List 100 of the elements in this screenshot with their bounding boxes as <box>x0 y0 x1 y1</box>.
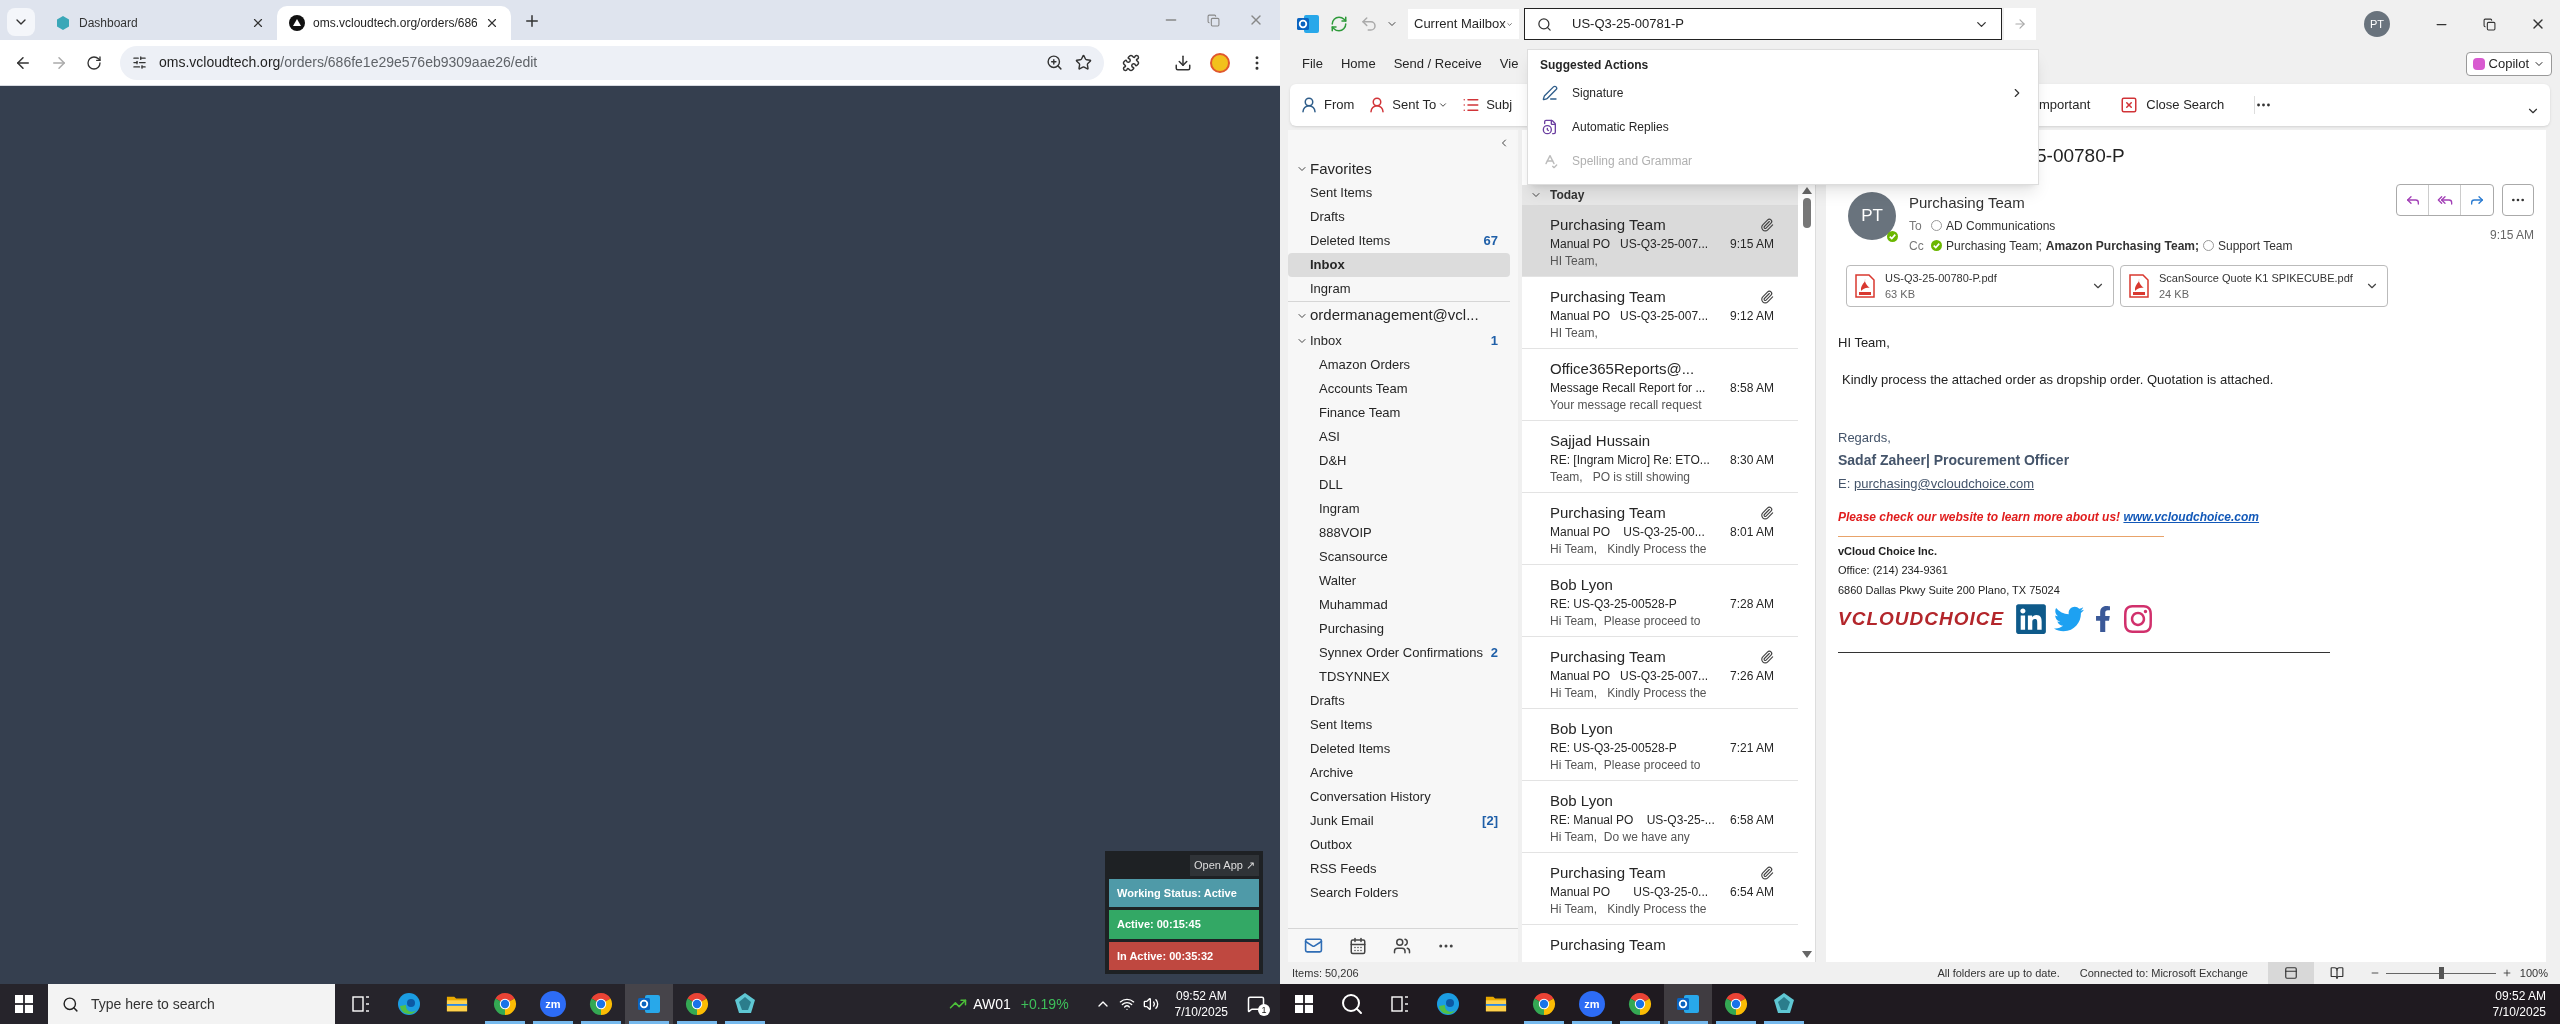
message-subject: Message Recall Report for ... <box>1550 379 1706 397</box>
message-subject: RE: [Ingram Micro] Re: ETO... <box>1550 451 1710 469</box>
folder-item[interactable]: Sent Items <box>1288 713 1510 737</box>
message-subject: Manual PO US-Q3-25-007... <box>1550 235 1709 253</box>
browser-tab[interactable]: oms.vcloudtech.org/orders/686 <box>277 6 511 40</box>
recipient-name[interactable]: AD Communications <box>1946 216 2056 235</box>
recipient-name[interactable]: Amazon Purchasing Team; <box>2045 236 2199 255</box>
menu-tab[interactable]: File <box>1302 54 1323 74</box>
website-link[interactable]: www.vcloudchoice.com <box>2123 509 2260 524</box>
folder-name: Drafts <box>1310 692 1346 711</box>
folder-item[interactable]: Finance Team <box>1288 401 1510 425</box>
folder-item[interactable]: Purchasing <box>1288 617 1510 641</box>
folder-item[interactable]: TDSYNNEX <box>1288 665 1510 689</box>
sender-name: Purchasing Team <box>1550 286 1666 307</box>
attachment-name: ScanSource Quote K1 SPIKECUBE.pdf <box>2159 270 2354 286</box>
folder-item[interactable]: Drafts <box>1288 689 1510 713</box>
folder-item[interactable]: Deleted Items <box>1288 737 1510 761</box>
folder-item[interactable]: Deleted Items 67 <box>1288 229 1510 253</box>
folder-item[interactable]: Amazon Orders <box>1288 353 1510 377</box>
zoom-taskbar-button[interactable]: zm <box>529 984 577 1024</box>
search-input[interactable]: US-Q3-25-00781-P <box>1572 14 1954 34</box>
clock[interactable]: 09:52 AM 7/10/2025 <box>2492 988 2546 1020</box>
folder-item[interactable]: Outbox <box>1288 833 1510 857</box>
working-status-bar: Working Status: Active <box>1109 878 1259 907</box>
sender-name: Sajjad Hussain <box>1550 430 1651 451</box>
browser-tab[interactable]: Dashboard <box>43 6 277 40</box>
menu-item[interactable]: Signature <box>1528 76 2038 110</box>
folder-item[interactable]: Ingram <box>1288 277 1510 301</box>
clock[interactable]: 09:52 AM 7/10/2025 <box>1174 988 1228 1020</box>
message-subject: Manual PO US-Q3-25-00... <box>1550 523 1705 541</box>
folder-item[interactable]: Walter <box>1288 569 1510 593</box>
menu-tab[interactable]: Vie <box>1499 54 1519 74</box>
message-preview: Hi Team, Kindly Process the <box>1550 541 1708 557</box>
folder-name: Drafts <box>1310 208 1346 227</box>
connection-status: Connected to: Microsoft Exchange <box>2079 965 2248 981</box>
company-logo: VCLOUDCHOICE <box>1838 606 2005 631</box>
menu-tab[interactable]: Home <box>1340 54 1376 74</box>
menu-tab[interactable]: Send / Receive <box>1393 54 1482 74</box>
folder-item[interactable]: Muhammad <box>1288 593 1510 617</box>
mailbox-scope-dropdown[interactable]: Current Mailbox <box>1408 9 1519 39</box>
group-header[interactable]: Today <box>1522 185 1798 205</box>
folder-name: Outbox <box>1310 836 1353 855</box>
tab-title: oms.vcloudtech.org/orders/686 <box>313 15 477 32</box>
email-label: E: <box>1838 476 1851 491</box>
account-header[interactable]: ordermanagement@vcl... <box>1288 301 1510 329</box>
folder-item[interactable]: Synnex Order Confirmations 2 <box>1288 641 1510 665</box>
signer-name: Sadaf Zaheer| Procurement Officer <box>1838 451 2071 470</box>
ribbon-button[interactable]: From <box>1324 95 1355 115</box>
message-item[interactable]: Purchasing Team Manual PO US-Q3-25-007... 9:15 AM HI Team, <box>1522 205 1798 277</box>
message-time: 6:58 AM <box>1729 811 1774 829</box>
zoom-taskbar-button[interactable]: zm <box>1568 984 1616 1024</box>
ribbon-button[interactable]: Sent To <box>1392 95 1449 115</box>
open-app-button[interactable]: Open App ↗ <box>1190 855 1259 876</box>
user-avatar[interactable]: PT <box>2364 11 2390 37</box>
ribbon-button[interactable]: Subj <box>1486 95 1513 115</box>
stock-change: +0.19% <box>1020 994 1069 1014</box>
folder-name: Conversation History <box>1310 788 1432 807</box>
folder-item[interactable]: Conversation History <box>1288 785 1510 809</box>
folder-item[interactable]: Archive <box>1288 761 1510 785</box>
notification-button[interactable]: 1 <box>1244 992 1268 1016</box>
recipient-name[interactable]: Support Team <box>2218 236 2293 255</box>
message-subject: Manual PO US-Q3-25-007... <box>1550 667 1709 685</box>
ribbon-button[interactable]: mportant <box>2039 95 2091 115</box>
folder-item[interactable]: Inbox 1 <box>1288 329 1510 353</box>
taskbar-search-field[interactable]: Type here to search <box>48 984 335 1024</box>
unread-count: 67 <box>1483 232 1498 251</box>
address-bar[interactable]: oms.vcloudtech.org/orders/686fe1e29e576eb9309aae26/edit <box>119 45 1105 80</box>
folder-item[interactable]: D&H <box>1288 449 1510 473</box>
folder-name: Inbox <box>1310 332 1343 351</box>
message-preview: Team, PO is still showing <box>1550 469 1692 485</box>
copilot-button[interactable]: Copilot <box>2465 52 2552 76</box>
search-field[interactable]: US-Q3-25-00781-P <box>1524 8 2002 40</box>
folder-item[interactable]: RSS Feeds <box>1288 857 1510 881</box>
sender-name: Bob Lyon <box>1550 790 1613 811</box>
message-subject-heading: 5-00780-P <box>2036 143 2125 168</box>
message-subject: Manual PO US-Q3-25-007... <box>1550 307 1709 325</box>
folder-item[interactable]: Search Folders <box>1288 881 1510 905</box>
zoom-app-icon: zm <box>540 991 566 1017</box>
greeting-text: HI Team, <box>1838 333 1891 352</box>
menu-item[interactable]: Automatic Replies <box>1528 110 2038 144</box>
recipient-name[interactable]: Purchasing Team; <box>1946 236 2042 255</box>
folder-item[interactable]: Ingram <box>1288 497 1510 521</box>
folder-item[interactable]: Inbox <box>1288 253 1510 277</box>
email-link[interactable]: purchasing@vcloudchoice.com <box>1853 476 2035 491</box>
favorites-header[interactable]: Favorites <box>1288 157 1518 181</box>
folder-item[interactable]: Accounts Team <box>1288 377 1510 401</box>
folder-name: Walter <box>1319 572 1358 591</box>
folder-name: Muhammad <box>1319 596 1389 615</box>
search-input[interactable]: Type here to search <box>91 993 311 1015</box>
attachment-card[interactable]: US-Q3-25-00780-P.pdf 63 KB <box>1846 264 2114 307</box>
folder-item[interactable]: Sent Items <box>1288 181 1510 205</box>
folder-item[interactable]: DLL <box>1288 473 1510 497</box>
folder-name: Finance Team <box>1319 404 1402 423</box>
folder-item[interactable]: ASI <box>1288 425 1510 449</box>
folder-item[interactable]: 888VOIP <box>1288 521 1510 545</box>
folder-item[interactable]: Scansource <box>1288 545 1510 569</box>
ribbon-button[interactable]: Close Search <box>2146 95 2225 115</box>
folder-item[interactable]: Junk Email [2] <box>1288 809 1510 833</box>
folder-item[interactable]: Drafts <box>1288 205 1510 229</box>
attachment-card[interactable]: ScanSource Quote K1 SPIKECUBE.pdf 24 KB <box>2120 264 2388 307</box>
